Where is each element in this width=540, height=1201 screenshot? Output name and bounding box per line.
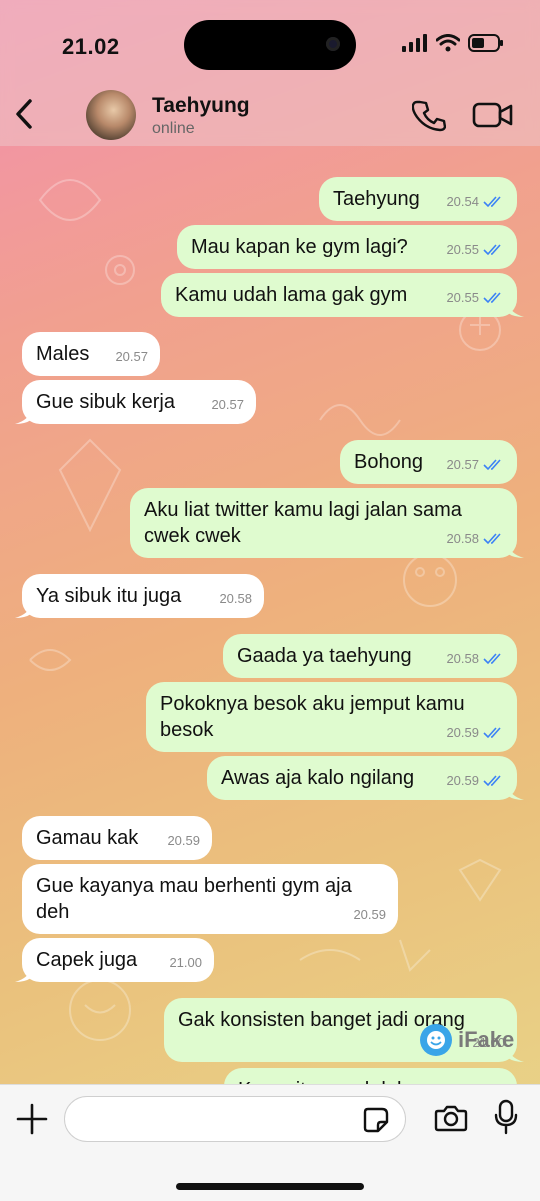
double-check-icon	[483, 653, 501, 665]
message-text: Mau kapan ke gym lagi?	[191, 236, 408, 258]
message-bubble-incoming[interactable]: Gue kayanya mau berhenti gym aja deh 20.…	[22, 864, 398, 934]
message-text: Ya sibuk itu juga	[36, 585, 182, 607]
double-check-icon	[483, 292, 501, 304]
status-time: 21.02	[62, 34, 120, 59]
message-text: Males	[36, 343, 90, 365]
message-meta: 20.58	[446, 526, 505, 552]
double-check-icon	[483, 196, 501, 208]
chat-header: 21.02 Taehyung online	[0, 0, 540, 146]
message-time: 20.59	[446, 725, 479, 740]
message-meta: 20.57	[446, 452, 505, 478]
wifi-icon	[436, 34, 460, 52]
double-check-icon	[483, 459, 501, 471]
back-icon	[16, 99, 32, 129]
message-bubble-incoming[interactable]: Ya sibuk itu juga 20.58	[15, 574, 264, 618]
double-check-icon	[483, 244, 501, 256]
message-bubble-outgoing[interactable]: Bohong 20.57	[340, 440, 517, 484]
message-meta: 20.59	[446, 720, 505, 746]
contact-avatar[interactable]	[86, 90, 136, 140]
message-time: 20.58	[446, 651, 479, 666]
message-text: Gamau kak	[36, 827, 139, 849]
message-bubble-outgoing[interactable]: Mau kapan ke gym lagi? 20.55	[177, 225, 517, 269]
camera-icon[interactable]	[434, 1102, 468, 1134]
message-text: Gue kayanya mau berhenti gym aja deh	[36, 875, 352, 923]
plus-icon[interactable]	[14, 1101, 50, 1137]
message-time: 20.59	[446, 773, 479, 788]
contact-name[interactable]: Taehyung	[152, 94, 250, 118]
message-text: Awas aja kalo ngilang	[221, 767, 415, 789]
message-meta: 20.57	[115, 344, 148, 370]
message-input[interactable]	[64, 1096, 406, 1142]
status-icons	[402, 34, 504, 52]
message-time: 20.55	[446, 290, 479, 305]
video-icon[interactable]	[472, 98, 514, 132]
message-bubble-incoming[interactable]: Gamau kak 20.59	[22, 816, 212, 860]
phone-icon[interactable]	[412, 98, 446, 132]
message-meta: 20.55	[446, 285, 505, 311]
message-input-bar	[0, 1084, 540, 1201]
message-time: 20.57	[211, 397, 244, 412]
message-meta: 20.55	[446, 237, 505, 263]
message-time: 20.57	[446, 457, 479, 472]
double-check-icon	[483, 533, 501, 545]
message-meta: 20.57	[211, 392, 244, 418]
mic-icon[interactable]	[494, 1099, 518, 1135]
contact-status: online	[152, 120, 195, 137]
dynamic-island	[184, 20, 356, 70]
message-bubble-outgoing[interactable]: Pokoknya besok aku jemput kamu besok 20.…	[146, 682, 517, 752]
message-time: 20.58	[446, 531, 479, 546]
front-camera	[326, 37, 340, 51]
message-time: 20.59	[167, 833, 200, 848]
message-text: Taehyung	[333, 188, 420, 210]
message-time: 20.59	[353, 907, 386, 922]
bubble-tail	[508, 544, 524, 558]
message-meta: 21.00	[169, 950, 202, 976]
message-time: 20.54	[446, 194, 479, 209]
message-text: Bohong	[354, 451, 423, 473]
bubble-tail	[15, 968, 31, 982]
message-bubble-incoming[interactable]: Males 20.57	[22, 332, 160, 376]
message-bubble-incoming[interactable]: Capek juga 21.00	[15, 938, 214, 982]
message-text: Gaada ya taehyung	[237, 645, 412, 667]
message-bubble-outgoing[interactable]: Aku liat twitter kamu lagi jalan sama cw…	[130, 488, 524, 558]
message-meta: 20.58	[446, 646, 505, 672]
battery-icon	[468, 34, 503, 52]
message-time: 20.57	[115, 349, 148, 364]
message-meta: 20.59	[446, 768, 505, 794]
message-meta: 20.58	[219, 586, 252, 612]
bubble-tail	[508, 303, 524, 317]
back-button[interactable]	[8, 92, 40, 136]
message-time: 20.55	[446, 242, 479, 257]
message-text: Gue sibuk kerja	[36, 391, 175, 413]
message-bubble-outgoing[interactable]: Taehyung 20.54	[319, 177, 517, 221]
message-bubble-outgoing[interactable]: Kamu udah lama gak gym 20.55	[161, 273, 524, 317]
message-text: Aku liat twitter kamu lagi jalan sama cw…	[144, 499, 462, 547]
message-bubble-outgoing[interactable]: Gaada ya taehyung 20.58	[223, 634, 517, 678]
bubble-tail	[15, 410, 31, 424]
bubble-tail	[15, 604, 31, 618]
signal-icon	[402, 34, 427, 52]
message-bubble-incoming[interactable]: Gue sibuk kerja 20.57	[15, 380, 256, 424]
message-time: 21.00	[169, 955, 202, 970]
message-time: 20.58	[219, 591, 252, 606]
watermark-logo-icon	[420, 1024, 452, 1056]
message-meta: 20.59	[167, 828, 200, 854]
double-check-icon	[483, 727, 501, 739]
message-text: Kamu udah lama gak gym	[175, 284, 408, 306]
message-meta: 20.59	[353, 902, 386, 928]
sticker-icon[interactable]	[362, 1106, 390, 1134]
message-bubble-outgoing[interactable]: Awas aja kalo ngilang 20.59	[207, 756, 524, 800]
message-meta: 20.54	[446, 189, 505, 215]
bubble-tail	[508, 786, 524, 800]
message-text: Capek juga	[36, 949, 138, 971]
double-check-icon	[483, 775, 501, 787]
home-indicator	[176, 1183, 364, 1190]
watermark: iFake	[420, 1024, 514, 1056]
watermark-text: iFake	[458, 1027, 515, 1052]
message-text: Pokoknya besok aku jemput kamu besok	[160, 693, 465, 741]
